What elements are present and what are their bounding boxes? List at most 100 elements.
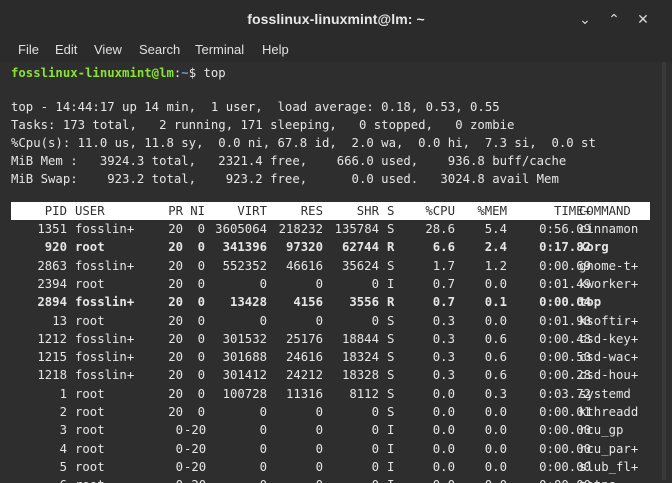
process-ni-cell: 0 [197,350,205,365]
process-user-cell: fosslin+ [75,350,135,365]
process-shr-cell: 0 [371,459,379,474]
menu-file[interactable]: File [18,42,39,57]
process-ni-cell: 0 [197,331,205,346]
process-s-cell: S [387,386,395,401]
close-icon[interactable]: ✕ [636,13,650,27]
process-s-cell: I [387,476,399,483]
menu-edit[interactable]: Edit [55,42,77,57]
process-virt-cell: 301532 [222,331,267,346]
process-cmd-cell: csd-wac+ [579,350,639,365]
process-cmd-cell: cinnamon [579,222,639,236]
process-cpu-cell: 0.0 [432,441,455,456]
process-ni-cell: -20 [184,476,206,483]
minimize-icon[interactable]: ⌄ [578,13,592,27]
process-pid-cell: 4 [59,441,67,456]
menu-terminal[interactable]: Terminal [195,42,244,57]
process-res-cell: 97320 [285,240,323,255]
process-ni-cell: 0 [197,313,205,328]
prompt-user: fosslinux-linuxmint@lm [11,66,174,80]
process-mem-cell: 0.0 [459,476,507,483]
process-ni-cell: 0 [197,222,205,236]
process-s-cell: I [387,423,395,438]
process-cmd-cell: netns [579,476,659,483]
terminal-scrollbar[interactable] [662,62,666,480]
process-res-cell: 0 [315,313,323,328]
process-res-cell: 0 [315,423,323,438]
process-user-cell: root [75,240,105,255]
process-ni-cell: 0 [197,405,205,419]
process-virt-cell: 0 [211,476,267,483]
process-shr-cell: 18844 [341,331,379,346]
process-cmd-cell: ksoftir+ [579,313,639,328]
process-cpu-cell: 1.7 [432,258,455,273]
process-pid-cell: 5 [59,459,67,474]
process-pr-cell: 20 [168,331,183,346]
process-user-cell: fosslin+ [75,258,135,273]
process-user-cell: root [75,276,105,291]
process-user-cell: root [75,405,105,419]
process-s-cell: I [387,441,395,456]
process-row: 6root0-20000I0.00.00:00.00netns [11,476,650,483]
process-user-cell: root [75,423,105,438]
process-pr-cell: 20 [168,222,183,236]
process-pid-cell: 2394 [37,276,67,291]
process-virt-cell: 301412 [222,368,267,383]
process-mem-cell: 0.1 [484,295,507,310]
summary-cpu: %Cpu(s): 11.0 us, 11.8 sy, 0.0 ni, 67.8 … [11,136,596,150]
process-table-header: PID USER PR NI VIRT RES SHR S %CPU %MEM … [11,202,650,220]
process-res-cell: 0 [269,476,323,483]
process-mem-cell: 0.0 [484,423,507,438]
menu-search[interactable]: Search [139,42,180,57]
process-pid-cell: 2 [59,405,67,419]
process-cpu-cell: 0.7 [432,276,455,291]
process-res-cell: 218232 [278,222,323,236]
title-bar[interactable]: fosslinux-linuxmint@lm: ~ ⌄ ⌃ ✕ [0,0,672,38]
process-s-cell: S [387,313,395,328]
process-pr-cell: 0 [175,441,183,456]
process-s-cell: R [387,240,395,255]
process-res-cell: 25176 [285,331,323,346]
process-pid-cell: 1212 [37,331,67,346]
process-shr-cell: 135784 [334,222,379,236]
process-virt-cell: 0 [259,276,267,291]
process-pr-cell: 20 [168,276,183,291]
process-s-cell: S [387,405,395,419]
process-shr-cell: 18328 [341,368,379,383]
column-header-virt: VIRT [237,204,267,218]
process-ni-cell: -20 [184,459,207,474]
process-user-cell: root [75,386,105,401]
process-pid-cell: 6 [11,476,67,483]
process-cmd-cell: systemd [579,386,631,401]
process-ni-cell: 0 [197,240,205,255]
process-mem-cell: 0.6 [484,331,507,346]
process-s-cell: I [387,276,395,291]
maximize-icon[interactable]: ⌃ [607,13,621,27]
process-cpu-cell: 0.0 [432,459,455,474]
menu-view[interactable]: View [94,42,122,57]
process-pr-cell: 20 [168,258,183,273]
process-res-cell: 0 [315,276,323,291]
process-ni-cell: 0 [197,386,205,401]
column-header-pr: PR [168,204,183,218]
process-cmd-cell: Xorg [579,240,609,255]
process-row: 1218 fosslin+ 20 0 301412 24212 18328 S 0.3 0.6 0:… [11,366,650,384]
process-s-cell: S [387,368,395,383]
process-pr-cell: 20 [168,405,183,419]
column-header-mem: %MEM [477,204,507,218]
process-res-cell: 0 [315,441,323,456]
process-shr-cell: 0 [325,476,379,483]
process-res-cell: 0 [315,405,323,419]
process-res-cell: 11316 [285,386,323,401]
terminal-area[interactable]: fosslinux-linuxmint@lm:~$ top top - 14:4… [0,62,672,483]
process-pid-cell: 2863 [37,258,67,273]
menu-help[interactable]: Help [262,42,289,57]
process-pid-cell: 3 [59,423,67,438]
process-cpu-cell: 0.0 [432,423,455,438]
process-mem-cell: 0.6 [484,368,507,383]
summary-mem: MiB Mem : 3924.3 total, 2321.4 free, 666… [11,154,567,168]
process-virt-cell: 0 [259,459,267,474]
process-ni-cell: -20 [184,441,207,456]
process-pr-cell: 20 [168,386,183,401]
process-row: 1351 fosslin+ 20 0 3605064 218232 135784 S 28.6 5… [11,220,650,238]
process-s-cell: S [387,222,395,236]
